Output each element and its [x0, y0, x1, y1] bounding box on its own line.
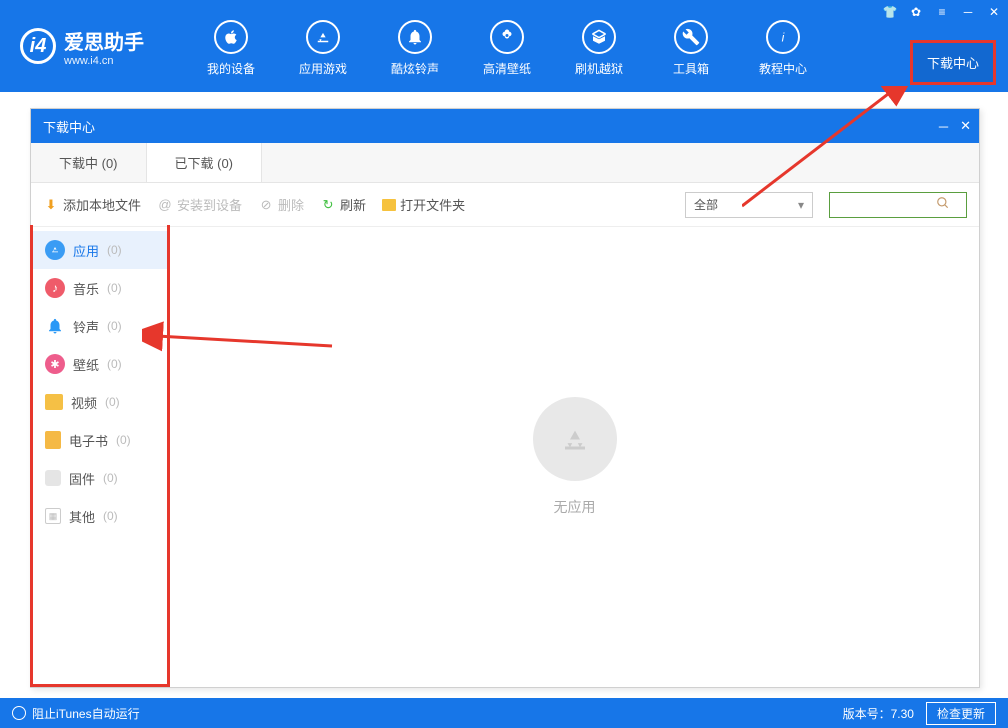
shirt-icon[interactable]: 👕 [882, 4, 898, 20]
download-panel: 下载中心 ─ ✕ 下载中 (0) 已下载 (0) ⬇ 添加本地文件 @ 安装到设… [30, 108, 980, 688]
delete-button: ⊘ 删除 [258, 195, 304, 214]
logo-icon: i4 [20, 28, 56, 64]
nav-label: 应用游戏 [299, 60, 347, 77]
nav-label: 酷炫铃声 [391, 60, 439, 77]
nav-my-device[interactable]: 我的设备 [185, 16, 277, 77]
itunes-block-label[interactable]: 阻止iTunes自动运行 [32, 705, 140, 722]
nav-label: 工具箱 [673, 60, 709, 77]
book-icon [45, 431, 61, 449]
tools-icon [674, 20, 708, 54]
appstore-icon [306, 20, 340, 54]
empty-content: 无应用 [170, 227, 979, 687]
bell-small-icon [45, 316, 65, 336]
sidebar-item-firmware[interactable]: 固件 (0) [33, 459, 167, 497]
circle-icon [12, 706, 26, 720]
nav-toolbox[interactable]: 工具箱 [645, 16, 737, 77]
logo-block: i4 爱思助手 www.i4.cn [0, 26, 185, 67]
nav-ringtones[interactable]: 酷炫铃声 [369, 16, 461, 77]
window-controls: 👕 ✿ ≡ ─ ✕ [882, 4, 1002, 20]
download-center-button[interactable]: 下载中心 [910, 40, 996, 85]
nav-label: 刷机越狱 [575, 60, 623, 77]
logo-subtitle: www.i4.cn [64, 55, 144, 67]
video-icon [45, 394, 63, 410]
logo-title: 爱思助手 [64, 26, 144, 55]
filter-select[interactable]: 全部 [685, 192, 813, 218]
check-update-button[interactable]: 检查更新 [926, 702, 996, 725]
music-icon: ♪ [45, 278, 65, 298]
install-button: @ 安装到设备 [157, 195, 242, 214]
empty-appstore-icon [533, 397, 617, 481]
panel-title-text: 下载中心 [43, 117, 95, 136]
nav-tutorials[interactable]: i 教程中心 [737, 16, 829, 77]
panel-minimize-icon[interactable]: ─ [939, 119, 948, 134]
sidebar-item-ebooks[interactable]: 电子书 (0) [33, 421, 167, 459]
delete-icon: ⊘ [258, 197, 274, 213]
gear-icon[interactable]: ✿ [908, 4, 924, 20]
search-icon[interactable] [936, 196, 950, 213]
nav-label: 高清壁纸 [483, 60, 531, 77]
tab-downloaded[interactable]: 已下载 (0) [146, 142, 263, 182]
sidebar-item-apps[interactable]: 应用 (0) [33, 231, 167, 269]
app-header: i4 爱思助手 www.i4.cn 我的设备 应用游戏 酷炫铃声 高清壁纸 刷机… [0, 0, 1008, 92]
tab-downloading[interactable]: 下载中 (0) [31, 143, 146, 182]
apple-icon [214, 20, 248, 54]
category-sidebar: 应用 (0) ♪ 音乐 (0) 铃声 (0) ✱ 壁纸 (0) 视频 (0) [30, 225, 170, 687]
nav-label: 教程中心 [759, 60, 807, 77]
download-center-label: 下载中心 [927, 53, 979, 72]
status-bar: 阻止iTunes自动运行 版本号：7.30 检查更新 [0, 698, 1008, 728]
sidebar-item-music[interactable]: ♪ 音乐 (0) [33, 269, 167, 307]
add-local-button[interactable]: ⬇ 添加本地文件 [43, 195, 141, 214]
sidebar-item-ringtones[interactable]: 铃声 (0) [33, 307, 167, 345]
refresh-button[interactable]: ↻ 刷新 [320, 195, 366, 214]
panel-titlebar: 下载中心 ─ ✕ [31, 109, 979, 143]
box-icon [582, 20, 616, 54]
nav-apps[interactable]: 应用游戏 [277, 16, 369, 77]
panel-toolbar: ⬇ 添加本地文件 @ 安装到设备 ⊘ 删除 ↻ 刷新 打开文件夹 全部 [31, 183, 979, 227]
refresh-icon: ↻ [320, 197, 336, 213]
download-icon: ⬇ [43, 197, 59, 213]
menu-icon[interactable]: ≡ [934, 4, 950, 20]
folder-icon [382, 199, 396, 211]
search-box[interactable] [829, 192, 967, 218]
empty-text: 无应用 [554, 497, 596, 517]
at-icon: @ [157, 197, 173, 213]
info-icon: i [766, 20, 800, 54]
minimize-icon[interactable]: ─ [960, 4, 976, 20]
panel-close-icon[interactable]: ✕ [960, 118, 971, 134]
close-icon[interactable]: ✕ [986, 4, 1002, 20]
apps-icon [45, 240, 65, 260]
other-icon: ▦ [45, 508, 61, 524]
main-nav: 我的设备 应用游戏 酷炫铃声 高清壁纸 刷机越狱 工具箱 i 教程中心 [185, 16, 829, 77]
open-folder-button[interactable]: 打开文件夹 [382, 195, 465, 214]
nav-flash[interactable]: 刷机越狱 [553, 16, 645, 77]
panel-tabs: 下载中 (0) 已下载 (0) [31, 143, 979, 183]
flower-icon [490, 20, 524, 54]
firmware-icon [45, 470, 61, 486]
sidebar-item-other[interactable]: ▦ 其他 (0) [33, 497, 167, 535]
sidebar-item-videos[interactable]: 视频 (0) [33, 383, 167, 421]
version-label: 版本号：7.30 [843, 705, 914, 722]
search-input[interactable] [836, 198, 936, 212]
sidebar-item-wallpapers[interactable]: ✱ 壁纸 (0) [33, 345, 167, 383]
nav-wallpapers[interactable]: 高清壁纸 [461, 16, 553, 77]
bell-icon [398, 20, 432, 54]
nav-label: 我的设备 [207, 60, 255, 77]
wallpaper-icon: ✱ [45, 354, 65, 374]
svg-text:i: i [782, 30, 785, 44]
